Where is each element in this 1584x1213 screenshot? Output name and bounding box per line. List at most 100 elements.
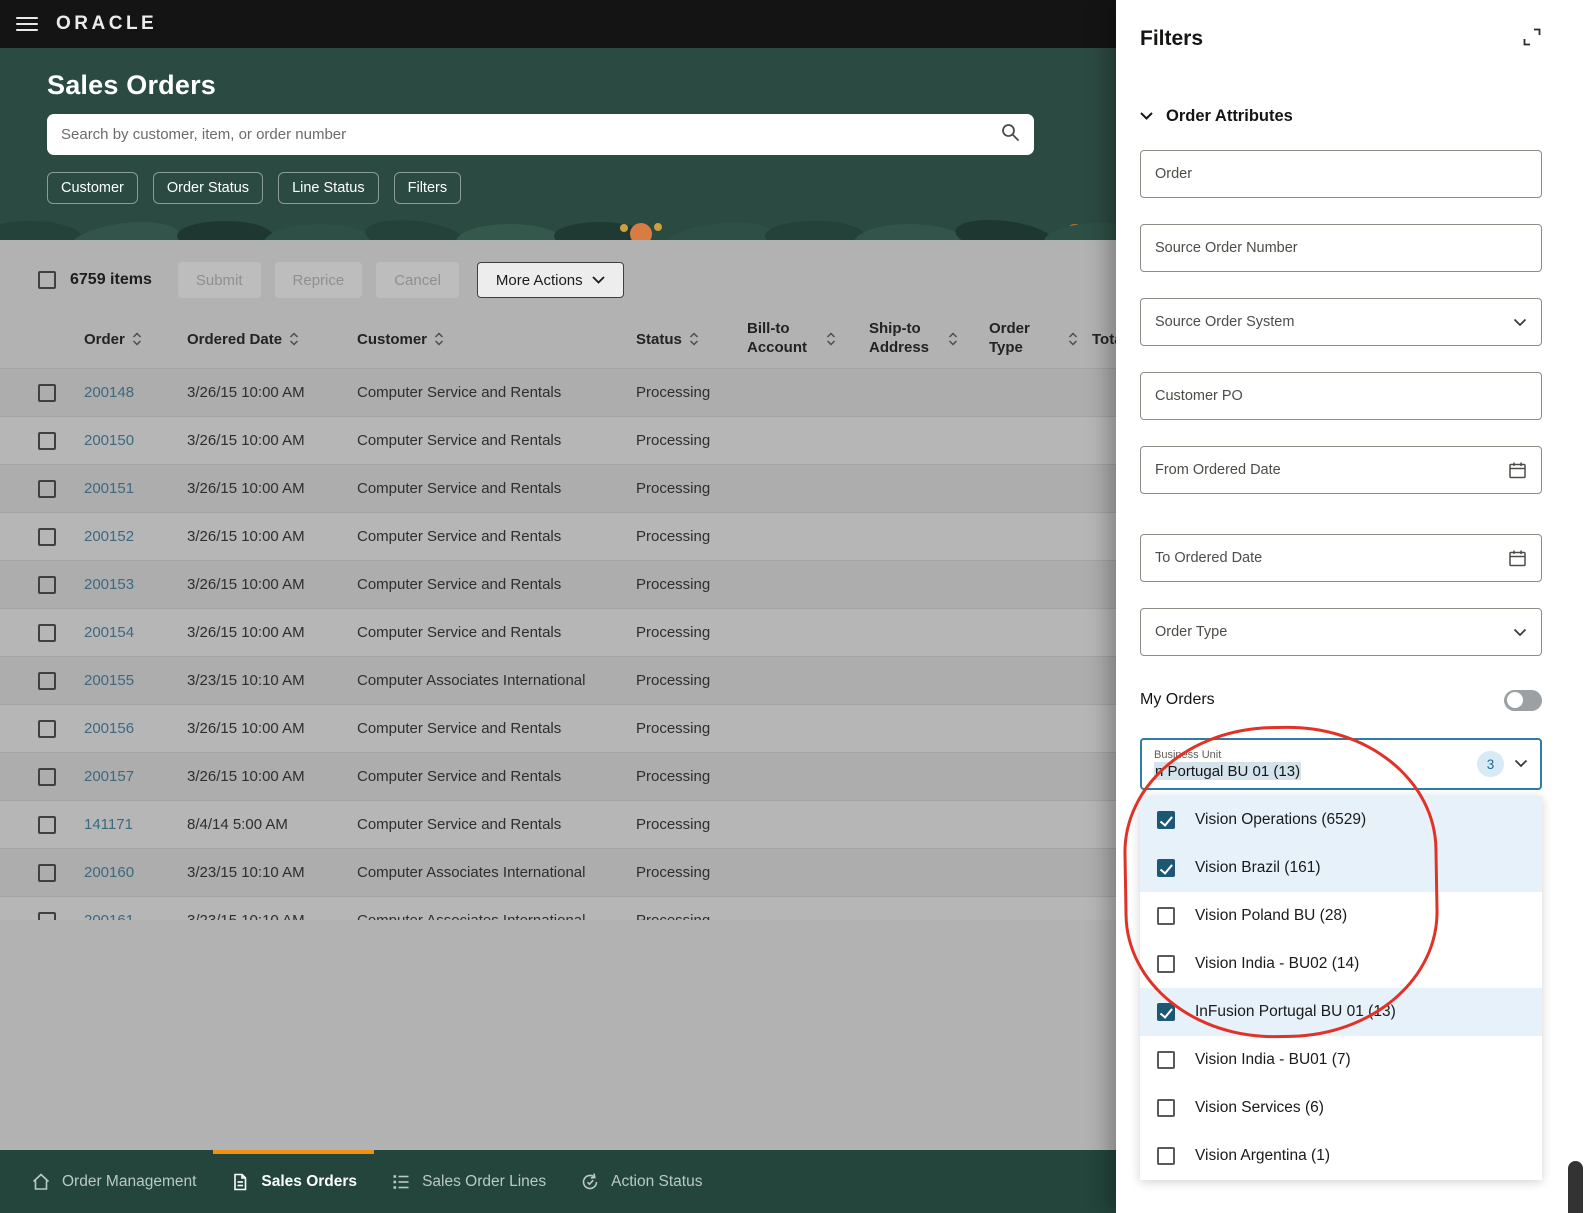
more-actions-button[interactable]: More Actions bbox=[476, 262, 624, 298]
nav-order-management[interactable]: Order Management bbox=[14, 1150, 213, 1213]
row-checkbox[interactable] bbox=[38, 719, 56, 738]
source-order-number-input[interactable] bbox=[1155, 240, 1527, 256]
section-order-attributes[interactable]: Order Attributes bbox=[1140, 104, 1542, 128]
checkbox[interactable] bbox=[1157, 907, 1175, 925]
list-icon bbox=[393, 1174, 409, 1189]
col-bill-to-account[interactable]: Bill-to Account bbox=[747, 320, 869, 358]
nav-sales-order-lines[interactable]: Sales Order Lines bbox=[374, 1150, 563, 1213]
order-link[interactable]: 200153 bbox=[84, 576, 187, 593]
option-vision-poland[interactable]: Vision Poland BU (28) bbox=[1140, 892, 1542, 940]
nav-action-status[interactable]: Action Status bbox=[563, 1150, 719, 1213]
chip-order-status[interactable]: Order Status bbox=[152, 172, 264, 204]
document-icon bbox=[234, 1173, 247, 1190]
order-link[interactable]: 200148 bbox=[84, 384, 187, 401]
row-checkbox[interactable] bbox=[38, 527, 56, 546]
checkbox[interactable] bbox=[1157, 859, 1175, 877]
source-order-system-select[interactable]: Source Order System bbox=[1140, 298, 1542, 346]
order-link[interactable]: 200160 bbox=[84, 864, 187, 881]
chip-line-status[interactable]: Line Status bbox=[278, 172, 379, 204]
row-checkbox[interactable] bbox=[38, 767, 56, 786]
chevron-down-icon[interactable] bbox=[1513, 318, 1527, 327]
ordered-date: 3/23/15 10:10 AM bbox=[187, 912, 357, 920]
order-link[interactable]: 200155 bbox=[84, 672, 187, 689]
row-checkbox[interactable] bbox=[38, 383, 56, 402]
order-filter-field[interactable] bbox=[1140, 150, 1542, 198]
option-infusion-portugal[interactable]: InFusion Portugal BU 01 (13) bbox=[1140, 988, 1542, 1036]
expand-icon[interactable] bbox=[1522, 27, 1542, 52]
checkbox[interactable] bbox=[1157, 811, 1175, 829]
ordered-date: 3/26/15 10:00 AM bbox=[187, 576, 305, 593]
from-ordered-date-field[interactable] bbox=[1140, 446, 1542, 494]
option-label: Vision Brazil (161) bbox=[1195, 859, 1321, 876]
col-customer[interactable]: Customer bbox=[357, 331, 636, 348]
scrollbar-thumb[interactable] bbox=[1568, 1161, 1583, 1213]
row-checkbox[interactable] bbox=[38, 623, 56, 642]
chip-filters[interactable]: Filters bbox=[393, 172, 462, 204]
ordered-date: 3/23/15 10:10 AM bbox=[187, 864, 305, 881]
ordered-date: 3/26/15 10:00 AM bbox=[187, 624, 305, 641]
order-link[interactable]: 200161 bbox=[84, 912, 187, 920]
order-link[interactable]: 200154 bbox=[84, 624, 187, 641]
row-checkbox[interactable] bbox=[38, 911, 56, 920]
search-bar bbox=[47, 114, 1034, 155]
order-filter-input[interactable] bbox=[1155, 166, 1527, 182]
my-orders-toggle[interactable] bbox=[1504, 689, 1542, 711]
option-vision-operations[interactable]: Vision Operations (6529) bbox=[1140, 796, 1542, 844]
order-link[interactable]: 200152 bbox=[84, 528, 187, 545]
nav-sales-orders[interactable]: Sales Orders bbox=[213, 1150, 374, 1213]
row-checkbox[interactable] bbox=[38, 575, 56, 594]
nav-label: Sales Orders bbox=[261, 1172, 358, 1190]
order-link[interactable]: 200151 bbox=[84, 480, 187, 497]
checkbox[interactable] bbox=[1157, 1003, 1175, 1021]
calendar-icon[interactable] bbox=[1508, 461, 1527, 480]
row-checkbox[interactable] bbox=[38, 815, 56, 834]
submit-button[interactable]: Submit bbox=[177, 262, 261, 298]
order-link[interactable]: 200157 bbox=[84, 768, 187, 785]
order-link[interactable]: 141171 bbox=[84, 816, 187, 833]
col-ordered-date[interactable]: Ordered Date bbox=[187, 331, 357, 348]
search-input[interactable] bbox=[61, 126, 1000, 143]
row-checkbox[interactable] bbox=[38, 671, 56, 690]
col-order-type[interactable]: Order Type bbox=[989, 320, 1092, 358]
order-type-select[interactable]: Order Type bbox=[1140, 608, 1542, 656]
to-ordered-date-input[interactable] bbox=[1155, 550, 1508, 566]
col-status[interactable]: Status bbox=[636, 331, 747, 348]
checkbox[interactable] bbox=[1157, 1051, 1175, 1069]
customer: Computer Associates International bbox=[357, 672, 586, 689]
checkbox[interactable] bbox=[1157, 1099, 1175, 1117]
option-vision-brazil[interactable]: Vision Brazil (161) bbox=[1140, 844, 1542, 892]
to-ordered-date-field[interactable] bbox=[1140, 534, 1542, 582]
calendar-icon[interactable] bbox=[1508, 549, 1527, 568]
search-icon[interactable] bbox=[1000, 122, 1020, 147]
row-checkbox[interactable] bbox=[38, 431, 56, 450]
menu-icon[interactable] bbox=[16, 16, 38, 32]
checkbox[interactable] bbox=[1157, 955, 1175, 973]
order-link[interactable]: 200150 bbox=[84, 432, 187, 449]
business-unit-combobox[interactable]: Business Unit n Portugal BU 01 (13) 3 bbox=[1140, 738, 1542, 790]
option-vision-argentina[interactable]: Vision Argentina (1) bbox=[1140, 1132, 1542, 1180]
option-vision-services[interactable]: Vision Services (6) bbox=[1140, 1084, 1542, 1132]
cancel-button[interactable]: Cancel bbox=[376, 262, 459, 298]
nav-label: Action Status bbox=[611, 1172, 703, 1190]
page-title: Sales Orders bbox=[47, 70, 217, 100]
customer-po-input[interactable] bbox=[1155, 388, 1527, 404]
option-vision-india-bu02[interactable]: Vision India - BU02 (14) bbox=[1140, 940, 1542, 988]
row-checkbox[interactable] bbox=[38, 479, 56, 498]
option-label: Vision Services (6) bbox=[1195, 1099, 1324, 1116]
row-checkbox[interactable] bbox=[38, 863, 56, 882]
col-order[interactable]: Order bbox=[84, 331, 187, 348]
source-order-number-field[interactable] bbox=[1140, 224, 1542, 272]
customer-po-field[interactable] bbox=[1140, 372, 1542, 420]
chip-customer[interactable]: Customer bbox=[47, 172, 138, 204]
select-all-checkbox[interactable] bbox=[38, 271, 56, 289]
order-link[interactable]: 200156 bbox=[84, 720, 187, 737]
chevron-down-icon[interactable] bbox=[1513, 628, 1527, 637]
reprice-button[interactable]: Reprice bbox=[274, 262, 363, 298]
option-label: InFusion Portugal BU 01 (13) bbox=[1195, 1003, 1396, 1020]
chevron-down-icon[interactable] bbox=[1514, 755, 1528, 773]
option-vision-india-bu01[interactable]: Vision India - BU01 (7) bbox=[1140, 1036, 1542, 1084]
col-ship-to-address[interactable]: Ship-to Address bbox=[869, 320, 989, 358]
filters-panel: Filters Order Attributes Source Order Sy… bbox=[1116, 0, 1584, 1213]
checkbox[interactable] bbox=[1157, 1147, 1175, 1165]
from-ordered-date-input[interactable] bbox=[1155, 462, 1508, 478]
